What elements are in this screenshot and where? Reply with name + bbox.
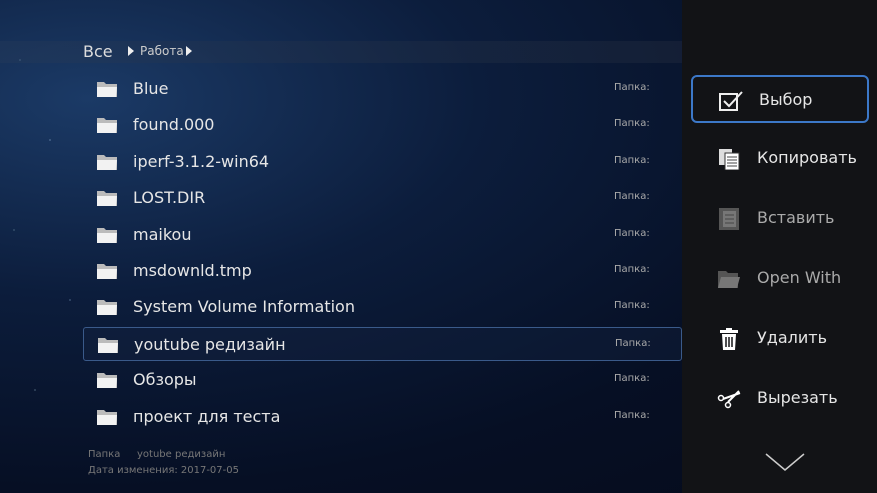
breadcrumb-arrow-icon	[128, 46, 134, 56]
file-name: Обзоры	[133, 370, 197, 390]
menu-item[interactable]: Удалить	[691, 315, 869, 363]
folder-icon	[96, 226, 118, 244]
file-row[interactable]: System Volume Information Папка:	[83, 290, 682, 324]
file-type: Папка:	[614, 373, 650, 385]
file-row[interactable]: Обзоры Папка:	[83, 363, 682, 397]
file-row[interactable]: LOST.DIR Папка:	[83, 181, 682, 215]
file-type: Папка:	[614, 264, 650, 275]
folder-icon	[96, 298, 118, 316]
breadcrumb-root[interactable]: Все	[83, 42, 113, 61]
file-type: Папка:	[615, 337, 651, 349]
file-row[interactable]: проект для теста Папка:	[83, 400, 682, 434]
menu-item-label: Удалить	[757, 328, 827, 347]
copy-icon	[717, 148, 741, 171]
menu-item[interactable]: Выбор	[691, 75, 869, 123]
menu-item[interactable]: Копировать	[691, 135, 869, 183]
menu-item-label: Вставить	[757, 208, 835, 227]
scissors-icon	[717, 388, 741, 410]
folder-icon	[96, 80, 118, 98]
file-name: System Volume Information	[133, 297, 355, 317]
file-row[interactable]: found.000 Папка:	[83, 108, 682, 142]
file-name: LOST.DIR	[133, 188, 206, 208]
menu-item-label: Выбор	[759, 90, 813, 109]
breadcrumb-arrow-icon	[186, 46, 192, 56]
file-name: maikou	[133, 224, 192, 244]
file-row[interactable]: Blue Папка:	[83, 72, 682, 106]
paste-icon	[717, 208, 741, 230]
file-name: проект для теста	[133, 406, 281, 426]
menu-item[interactable]: Вырезать	[691, 375, 869, 423]
info-name: yotube редизайн	[137, 449, 226, 460]
file-row[interactable]: youtube редизайн Папка:	[83, 326, 682, 361]
trash-icon	[717, 328, 741, 350]
file-name: found.000	[133, 115, 215, 135]
breadcrumb-item[interactable]: Работа	[140, 44, 184, 58]
info-type: Папка	[88, 449, 121, 460]
info-date: Дата изменения: 2017-07-05	[88, 465, 239, 476]
file-type: Папка:	[614, 409, 650, 421]
folder-icon	[96, 371, 118, 389]
folder-icon	[97, 336, 119, 354]
menu-item-label: Open With	[757, 268, 842, 287]
folder-icon	[96, 153, 118, 171]
file-type: Папка:	[614, 227, 650, 239]
file-type: Папка:	[614, 191, 650, 203]
checkbox-icon	[719, 90, 743, 112]
open-folder-icon	[717, 268, 741, 290]
menu-item-label: Копировать	[757, 148, 857, 167]
file-type: Папка:	[614, 300, 650, 312]
menu-item[interactable]: Вставить	[691, 195, 869, 243]
file-type: Папка:	[614, 118, 650, 130]
folder-icon	[96, 408, 118, 426]
file-type: Папка:	[614, 154, 650, 166]
chevron-down-icon[interactable]	[765, 452, 805, 472]
file-name: youtube редизайн	[134, 334, 286, 354]
file-name: iperf-3.1.2-win64	[133, 151, 270, 171]
file-name: msdownld.tmp	[133, 261, 252, 280]
folder-icon	[96, 116, 118, 134]
file-row[interactable]: msdownld.tmp Папка:	[83, 254, 682, 288]
file-row[interactable]: maikou Папка:	[83, 218, 682, 252]
folder-icon	[96, 189, 118, 207]
file-name: Blue	[133, 79, 169, 98]
file-type: Папка:	[614, 82, 650, 93]
menu-item[interactable]: Open With	[691, 255, 869, 303]
folder-icon	[96, 262, 118, 280]
file-row[interactable]: iperf-3.1.2-win64 Папка:	[83, 145, 682, 179]
menu-item-label: Вырезать	[757, 388, 838, 407]
